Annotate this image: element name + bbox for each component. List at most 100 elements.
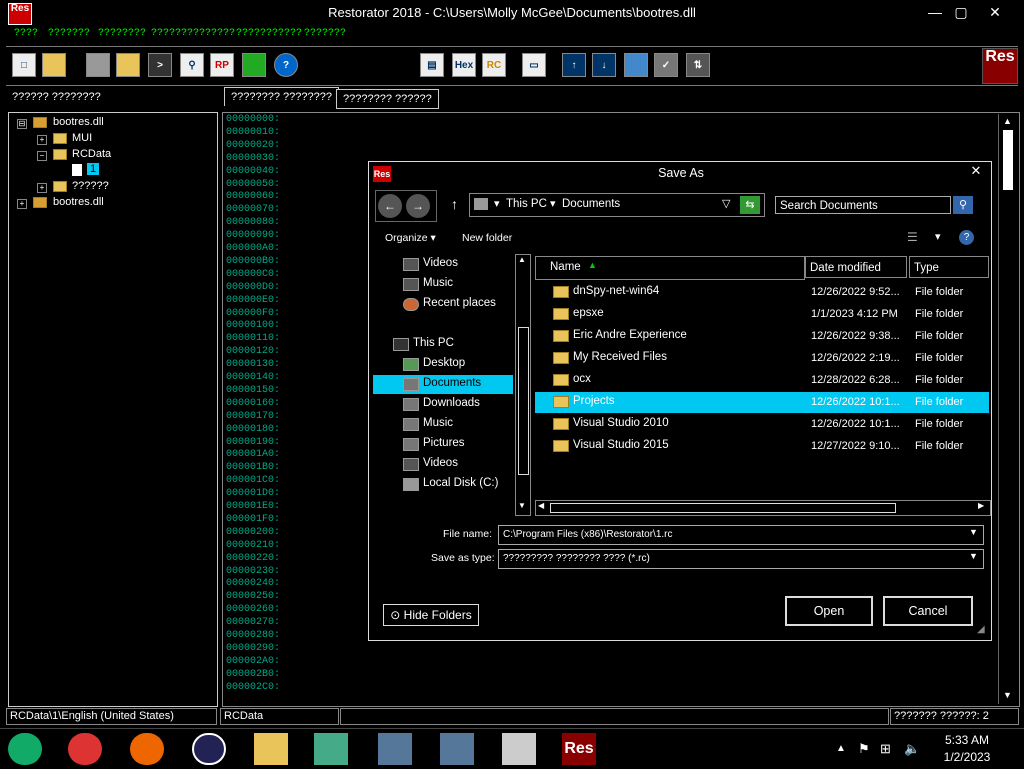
tree-item-1[interactable]: 1 [87, 163, 100, 175]
save-icon[interactable] [86, 53, 110, 77]
nav-scrollbar[interactable]: ▲ ▼ [515, 254, 531, 516]
chevron-down-icon[interactable]: ▾ [935, 230, 941, 243]
tree-expander[interactable]: + [37, 135, 47, 145]
scroll-down-icon[interactable]: ▼ [1003, 690, 1012, 700]
users-icon[interactable] [314, 733, 348, 765]
file-row[interactable]: Eric Andre Experience 12/26/2022 9:38... F… [535, 326, 989, 347]
hex-view-button[interactable]: Hex [452, 53, 476, 77]
nav-local-disk[interactable]: Local Disk (C:) [423, 477, 498, 489]
forward-icon[interactable]: → [406, 194, 430, 218]
tree-expander[interactable]: − [37, 151, 47, 161]
menu-item[interactable]: ?????????????? [151, 28, 235, 39]
maximize-button[interactable]: ▢ [946, 2, 976, 22]
scroll-thumb[interactable] [1003, 130, 1013, 190]
menu-item[interactable]: ???? [14, 28, 38, 39]
tab-secondary[interactable]: ???????? ?????? [336, 89, 439, 109]
help-icon[interactable]: ? [274, 53, 298, 77]
scroll-thumb[interactable] [550, 503, 896, 513]
folder-icon[interactable] [116, 53, 140, 77]
clock-time[interactable]: 5:33 AM [934, 733, 1000, 747]
nav-pictures[interactable]: Pictures [423, 437, 465, 449]
organize-button[interactable]: Organize ▾ [385, 232, 436, 244]
tab-resource-view[interactable]: ???????? ???????? [224, 87, 339, 106]
swap-icon[interactable]: ⇅ [686, 53, 710, 77]
printer-app-icon[interactable] [502, 733, 536, 765]
file-row[interactable]: Visual Studio 2010 12/26/2022 10:1... File… [535, 414, 989, 435]
refresh-icon[interactable]: ⇆ [740, 196, 760, 214]
menu-item[interactable]: ???????? [98, 28, 146, 39]
tree-expander[interactable]: + [17, 199, 27, 209]
address-dropdown-icon[interactable]: ▽ [722, 197, 730, 210]
nav-desktop[interactable]: Desktop [423, 357, 465, 369]
tree-item-mui[interactable]: MUI [72, 132, 92, 144]
breadcrumb-documents[interactable]: Documents [562, 198, 620, 210]
new-folder-button[interactable]: New folder [462, 232, 512, 244]
chevron-down-icon[interactable]: ▼ [969, 527, 978, 537]
back-icon[interactable]: ← [378, 194, 402, 218]
menu-item[interactable]: ??????? [48, 28, 90, 39]
command-icon[interactable]: > [148, 53, 172, 77]
hscrollbar[interactable]: ◀ ▶ [535, 500, 991, 516]
tree-item-bootres[interactable]: bootres.dll [53, 116, 104, 128]
tree-item-bootres-2[interactable]: bootres.dll [53, 196, 104, 208]
restorator-taskbar-icon[interactable]: Res [562, 733, 596, 765]
hide-folders-button[interactable]: ⊙ Hide Folders [383, 604, 479, 626]
file-row[interactable]: ocx 12/28/2022 6:28... File folder [535, 370, 989, 391]
nav-recent-places[interactable]: Recent places [423, 297, 496, 309]
chevron-down-icon[interactable]: ▼ [969, 551, 978, 561]
dialog-close-button[interactable]: ✕ [967, 163, 985, 179]
grid-icon[interactable] [624, 53, 648, 77]
column-type[interactable]: Type [909, 256, 989, 278]
start-icon[interactable] [8, 733, 42, 765]
scroll-up-icon[interactable]: ▲ [518, 255, 526, 264]
volume-icon[interactable]: 🔈 [904, 741, 920, 757]
arrow-down-icon[interactable]: ↓ [592, 53, 616, 77]
text-view-icon[interactable]: ▤ [420, 53, 444, 77]
search-input[interactable]: Search Documents [775, 196, 951, 214]
scroll-up-icon[interactable]: ▲ [1003, 116, 1012, 126]
file-row[interactable]: dnSpy-net-win64 12/26/2022 9:52... File fo… [535, 282, 989, 303]
network-app-icon[interactable] [378, 733, 412, 765]
network-icon[interactable]: ⊞ [880, 741, 891, 757]
open-folder-icon[interactable] [42, 53, 66, 77]
address-bar[interactable]: ▾ This PC ▾ Documents ▽ [469, 193, 765, 217]
cancel-button[interactable]: Cancel [883, 596, 973, 626]
clock-date[interactable]: 1/2/2023 [934, 750, 1000, 764]
search-icon[interactable]: ⚲ [953, 196, 973, 214]
column-date-modified[interactable]: Date modified [805, 256, 907, 278]
nav-music-pc[interactable]: Music [423, 417, 453, 429]
app-icon[interactable] [192, 733, 226, 765]
chrome-icon[interactable] [68, 733, 102, 765]
file-row[interactable]: Projects 12/26/2022 10:1... File folder [535, 392, 989, 413]
form-view-icon[interactable]: ▭ [522, 53, 546, 77]
scroll-right-icon[interactable]: ▶ [978, 501, 984, 510]
rc-view-button[interactable]: RC [482, 53, 506, 77]
up-folder-icon[interactable]: ↑ [451, 196, 458, 212]
nav-videos[interactable]: Videos [423, 257, 458, 269]
scroll-thumb[interactable] [518, 327, 529, 475]
close-button[interactable]: ✕ [980, 2, 1010, 22]
flag-icon[interactable]: ⚑ [858, 741, 870, 757]
screenshot-icon[interactable] [242, 53, 266, 77]
view-options-icon[interactable]: ☰ [907, 230, 918, 244]
network-app-icon-2[interactable] [440, 733, 474, 765]
main-scrollbar[interactable]: ▲ ▼ [998, 114, 1017, 704]
file-row[interactable]: epsxe 1/1/2023 4:12 PM File folder [535, 304, 989, 325]
open-button[interactable]: Open [785, 596, 873, 626]
menu-item[interactable]: ??????? [304, 28, 346, 39]
nav-videos-pc[interactable]: Videos [423, 457, 458, 469]
firefox-icon[interactable] [130, 733, 164, 765]
tray-expand-icon[interactable]: ▲ [836, 743, 846, 754]
file-name-field[interactable]: C:\Program Files (x86)\Restorator\1.rc [498, 525, 984, 545]
file-row[interactable]: My Received Files 12/26/2022 2:19... File … [535, 348, 989, 369]
nav-music[interactable]: Music [423, 277, 453, 289]
tree-item-unknown[interactable]: ?????? [72, 180, 109, 192]
resize-grip-icon[interactable]: ◢ [977, 624, 985, 635]
rp-icon[interactable]: RP [210, 53, 234, 77]
menu-item[interactable]: ??????????? [236, 28, 302, 39]
search-icon[interactable]: ⚲ [180, 53, 204, 77]
arrow-up-icon[interactable]: ↑ [562, 53, 586, 77]
chevron-down-icon[interactable]: ▾ [494, 197, 500, 210]
column-name[interactable]: Name ▲ [535, 256, 805, 280]
tree-expander[interactable]: ⊟ [17, 119, 27, 129]
